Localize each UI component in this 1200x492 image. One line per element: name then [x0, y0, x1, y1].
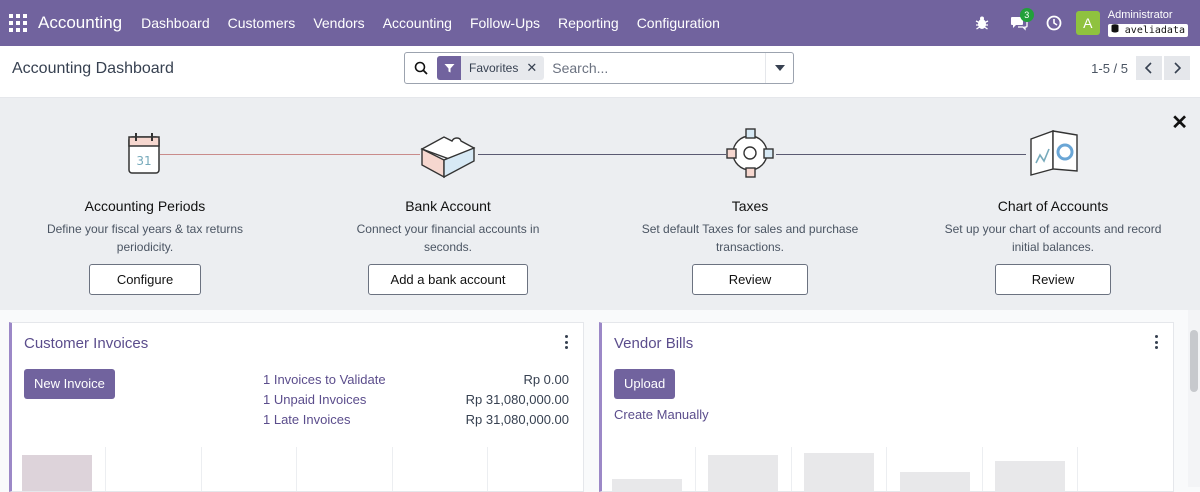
chart-gridline [201, 447, 202, 491]
puzzle-icon [328, 122, 568, 184]
invoices-to-validate-amount: Rp 0.00 [523, 372, 569, 387]
user-menu[interactable]: Administrator aveliadata [1107, 9, 1188, 37]
chart-gridline [791, 447, 792, 491]
chart-gridline [1077, 447, 1078, 491]
unpaid-invoices-amount: Rp 31,080,000.00 [465, 392, 569, 407]
user-name: Administrator [1107, 9, 1173, 21]
menu-item-configuration[interactable]: Configuration [637, 15, 720, 31]
page-title: Accounting Dashboard [12, 60, 174, 77]
chart-gridline [392, 447, 393, 491]
facet-remove-icon[interactable]: ✕ [526, 60, 544, 76]
step-title: Taxes [731, 198, 769, 214]
chart-gridline [982, 447, 983, 491]
gear-icon [630, 122, 870, 184]
database-name: aveliadata [1107, 24, 1188, 37]
new-invoice-button[interactable]: New Invoice [24, 369, 115, 399]
chart-gridline [105, 447, 106, 491]
apps-menu-icon[interactable] [9, 14, 27, 32]
close-icon[interactable]: ✕ [1171, 110, 1188, 135]
configure-button[interactable]: Configure [88, 264, 202, 295]
top-navbar: Accounting Dashboard Customers Vendors A… [0, 0, 1200, 46]
chart-gridline [886, 447, 887, 491]
card-title[interactable]: Vendor Bills [614, 335, 693, 352]
messages-icon[interactable]: 3 [1010, 8, 1034, 31]
messages-count-badge: 3 [1019, 8, 1034, 22]
search-options-toggle[interactable] [765, 53, 793, 83]
search-facet-favorites[interactable]: Favorites ✕ [437, 56, 545, 80]
calendar-icon: 31 [25, 122, 265, 184]
step-title: Bank Account [405, 198, 491, 214]
onboarding-step-taxes: Taxes Set default Taxes for sales and pu… [630, 122, 870, 295]
caret-down-icon [774, 65, 785, 71]
menu-item-customers[interactable]: Customers [228, 15, 296, 31]
late-invoices-amount: Rp 31,080,000.00 [465, 412, 569, 427]
kebab-menu-icon[interactable] [565, 335, 569, 349]
invoices-to-validate-link[interactable]: 1 Invoices to Validate [263, 372, 386, 387]
onboarding-step-accounting-periods: 31 Accounting Periods Define your fiscal… [25, 122, 265, 295]
chart-bar[interactable] [900, 472, 970, 491]
pager-value[interactable]: 1-5 / 5 [1091, 61, 1128, 76]
review-chart-of-accounts-button[interactable]: Review [994, 264, 1112, 295]
card-title[interactable]: Customer Invoices [24, 335, 148, 352]
bug-icon[interactable] [974, 15, 990, 31]
chart-gridline [296, 447, 297, 491]
onboarding-panel: ✕ 31 Accounting Periods Define your fisc… [0, 98, 1200, 310]
page-scrollbar[interactable] [1188, 310, 1200, 487]
step-description: Connect your financial accounts in secon… [356, 222, 540, 254]
database-icon [1111, 24, 1119, 33]
step-title: Chart of Accounts [997, 198, 1109, 214]
onboarding-step-chart-of-accounts: Chart of Accounts Set up your chart of a… [933, 122, 1173, 295]
pager: 1-5 / 5 [1091, 56, 1190, 80]
create-manually-link[interactable]: Create Manually [614, 407, 709, 422]
chevron-left-icon [1145, 62, 1152, 74]
unpaid-invoices-link[interactable]: 1 Unpaid Invoices [263, 392, 366, 407]
menu-item-dashboard[interactable]: Dashboard [141, 15, 210, 31]
chevron-right-icon [1174, 62, 1181, 74]
menu-item-vendors[interactable]: Vendors [313, 15, 364, 31]
customer-invoices-card: Customer Invoices New Invoice 1 Invoices… [9, 322, 584, 492]
search-icon[interactable] [414, 61, 428, 75]
add-bank-account-button[interactable]: Add a bank account [367, 264, 529, 295]
search-input[interactable] [552, 60, 765, 76]
avatar[interactable]: A [1075, 11, 1100, 35]
facet-label: Favorites [469, 61, 519, 75]
scrollbar-thumb[interactable] [1190, 330, 1198, 392]
chart-icon [933, 122, 1173, 184]
review-taxes-button[interactable]: Review [691, 264, 809, 295]
upload-button[interactable]: Upload [614, 369, 676, 399]
chart-bar[interactable] [612, 479, 682, 491]
database-name-text: aveliadata [1124, 25, 1185, 36]
vendor-bills-card: Vendor Bills Upload Create Manually [599, 322, 1174, 492]
step-description: Set default Taxes for sales and purchase… [641, 222, 859, 254]
control-panel: Accounting Dashboard Favorites ✕ 1-5 / 5 [0, 46, 1200, 98]
kebab-menu-icon[interactable] [1155, 335, 1159, 349]
chart-bar[interactable] [22, 455, 92, 491]
late-invoices-link[interactable]: 1 Late Invoices [263, 412, 350, 427]
pager-next-button[interactable] [1164, 56, 1190, 80]
step-description: Define your fiscal years & tax returns p… [46, 222, 244, 254]
app-title[interactable]: Accounting [38, 13, 122, 33]
step-title: Accounting Periods [84, 198, 206, 214]
onboarding-step-bank-account: Bank Account Connect your financial acco… [328, 122, 568, 295]
menu-item-follow-ups[interactable]: Follow-Ups [470, 15, 540, 31]
chart-gridline [695, 447, 696, 491]
menu-item-accounting[interactable]: Accounting [383, 15, 452, 31]
chart-bar[interactable] [708, 455, 778, 491]
svg-text:31: 31 [136, 154, 151, 168]
chart-bar[interactable] [804, 453, 874, 491]
chart-gridline [487, 447, 488, 491]
step-description: Set up your chart of accounts and record… [944, 222, 1162, 254]
menu-item-reporting[interactable]: Reporting [558, 15, 619, 31]
search-bar[interactable]: Favorites ✕ [404, 52, 794, 84]
clock-icon[interactable] [1046, 15, 1062, 31]
pager-previous-button[interactable] [1136, 56, 1162, 80]
filter-icon [437, 56, 461, 80]
